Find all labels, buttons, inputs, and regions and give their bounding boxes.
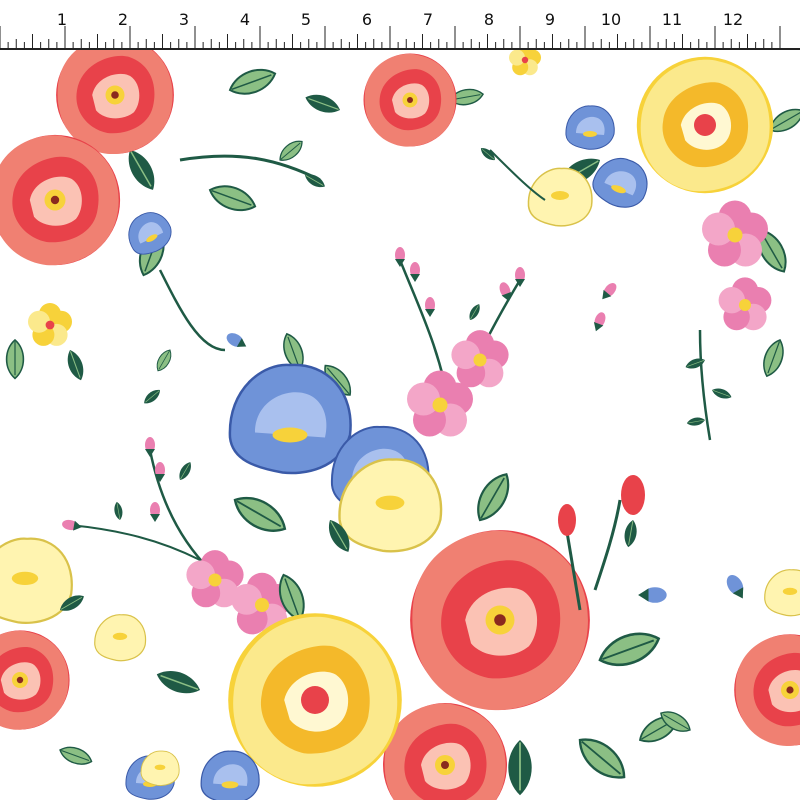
ruler-number: 12 bbox=[722, 10, 744, 29]
ruler-number: 7 bbox=[422, 10, 434, 29]
rose-cluster-top-left bbox=[0, 50, 328, 408]
floral-fabric-swatch bbox=[0, 50, 800, 800]
flowers-bottom-left bbox=[0, 537, 180, 800]
ruler-number: 2 bbox=[117, 10, 129, 29]
ruler-number: 9 bbox=[544, 10, 556, 29]
ruler-number: 4 bbox=[239, 10, 251, 29]
ruler-number: 5 bbox=[300, 10, 312, 29]
buds-right bbox=[558, 475, 800, 746]
ruler-number: 6 bbox=[361, 10, 373, 29]
inch-ruler: 1 2 3 4 5 6 7 8 9 10 11 12 bbox=[0, 0, 800, 50]
ruler-number: 1 bbox=[56, 10, 68, 29]
ruler-number: 3 bbox=[178, 10, 190, 29]
ruler-number: 11 bbox=[661, 10, 683, 29]
floral-pattern bbox=[0, 50, 800, 800]
ruler-number: 10 bbox=[600, 10, 622, 29]
blue-flower-group bbox=[227, 330, 443, 557]
rose-top-center bbox=[302, 50, 541, 147]
rose-cluster-top-right bbox=[478, 56, 800, 441]
ruler-number: 8 bbox=[483, 10, 495, 29]
